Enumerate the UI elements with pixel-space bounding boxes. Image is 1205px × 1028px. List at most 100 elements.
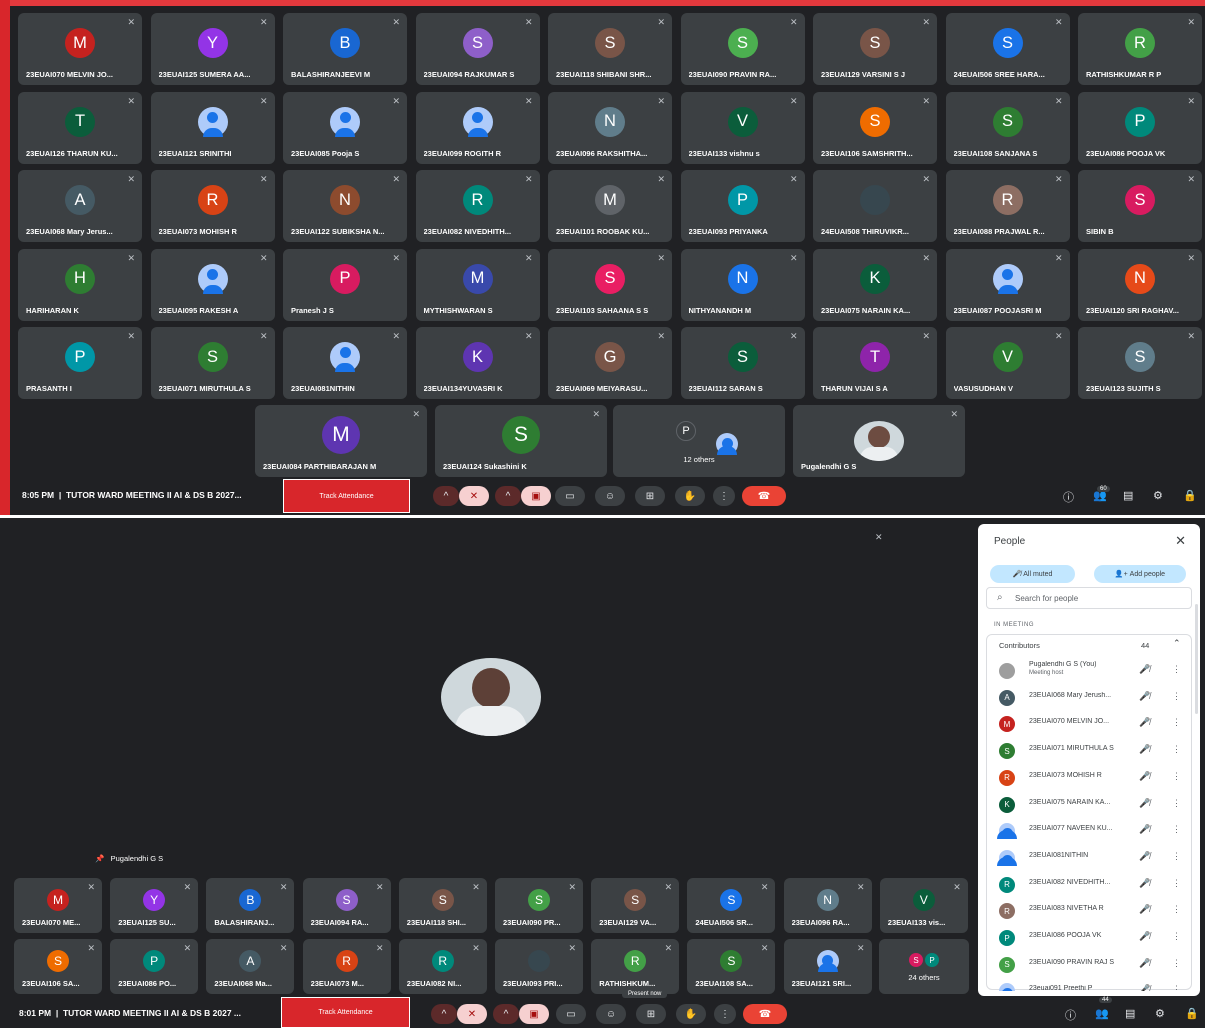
participant-tile[interactable]: ✕ 23EUAI093 PRI... — [495, 939, 583, 994]
participant-tile[interactable]: ✕ 23EUAI081NITHIN — [283, 327, 407, 400]
participant-tile[interactable]: K ✕ 23EUAI134YUVASRI K — [415, 327, 540, 400]
close-icon[interactable]: ✕ — [1175, 533, 1186, 549]
participant-tile[interactable]: S ✕ 23EUAI118 SHI... — [398, 878, 487, 933]
participant-tile[interactable]: S ✕ 23EUAI108 SANJANA S — [945, 91, 1070, 164]
participant-tile[interactable]: V ✕ 23EUAI133 vis... — [879, 878, 968, 933]
participant-tile[interactable]: M ✕ 23EUAI070 MELVIN JO... — [18, 13, 142, 85]
chat-icon[interactable]: ▤ — [1125, 1007, 1135, 1020]
participant-tile[interactable]: S ✕ 23EUAI112 SARAN S — [680, 327, 805, 400]
more-options-icon[interactable]: ⋮ — [1172, 691, 1181, 702]
participant-row[interactable]: R 23EUAI073 MOHISH R 🎤̸ ⋮ — [999, 766, 1185, 790]
add-people-button[interactable]: 👤+ Add people — [1094, 565, 1186, 583]
participant-tile[interactable]: S ✕ 23EUAI118 SHIBANI SHR... — [548, 13, 672, 85]
mic-off-icon[interactable]: 🎤̸ — [1139, 717, 1150, 728]
participant-tile[interactable]: R ✕ 23EUAI073 MOHISH R — [150, 170, 275, 243]
participant-tile[interactable]: T ✕ THARUN VIJAI S A — [813, 327, 937, 400]
present-button[interactable]: ⊞ — [636, 1004, 666, 1024]
participant-tile[interactable]: ✕ 23EUAI099 ROGITH R — [415, 91, 540, 164]
host-controls-icon[interactable]: 🔒 — [1185, 1007, 1199, 1020]
more-options-icon[interactable]: ⋮ — [1172, 717, 1181, 728]
raise-hand-button[interactable]: ✋ — [676, 1004, 706, 1024]
participant-tile[interactable]: Y ✕ 23EUAI125 SUMERA AA... — [150, 13, 275, 85]
mic-off-icon[interactable]: 🎤̸ — [1139, 878, 1150, 889]
participant-tile[interactable]: ✕ 23EUAI095 RAKESH A — [150, 248, 275, 321]
collapse-icon[interactable]: ⌃ — [1173, 638, 1181, 649]
participant-tile[interactable]: P ✕ 23EUAI086 POOJA VK — [1078, 91, 1202, 164]
more-options-button[interactable]: ⋮ — [713, 486, 735, 506]
participant-tile[interactable]: S ✕ 23EUAI106 SA... — [14, 939, 102, 994]
participant-row[interactable]: M 23EUAI070 MELVIN JO... 🎤̸ ⋮ — [999, 712, 1185, 736]
search-input[interactable]: ⌕ Search for people — [986, 587, 1192, 609]
leave-call-button[interactable]: ☎ — [742, 486, 786, 506]
participant-tile[interactable]: ✕ 23EUAI121 SRINITHI — [150, 91, 275, 164]
participant-tile[interactable]: S ✕ 23EUAI124 Sukashini K — [435, 405, 607, 477]
participant-tile[interactable]: ✕ 23EUAI085 Pooja S — [283, 91, 407, 164]
participant-tile[interactable]: P ✕ 23EUAI093 PRIYANKA — [680, 170, 805, 243]
more-options-icon[interactable]: ⋮ — [1172, 744, 1181, 755]
participant-tile[interactable]: ✕ 24EUAI508 THIRUVIKR... — [813, 170, 937, 243]
mic-off-icon[interactable]: 🎤̸ — [1139, 744, 1150, 755]
participant-tile[interactable]: R ✕ 23EUAI088 PRAJWAL R... — [945, 170, 1070, 243]
participant-tile[interactable]: N ✕ 23EUAI096 RAKSHITHA... — [548, 91, 672, 164]
participant-tile[interactable]: V ✕ 23EUAI133 vishnu s — [680, 91, 805, 164]
participant-tile[interactable]: S ✕ 23EUAI071 MIRUTHULA S — [150, 327, 275, 400]
more-options-button[interactable]: ⋮ — [714, 1004, 736, 1024]
activities-icon[interactable]: ⚙ — [1155, 1007, 1165, 1020]
emoji-button[interactable]: ☺ — [595, 486, 625, 506]
mic-options-button[interactable]: ^ — [431, 1004, 457, 1024]
participant-row[interactable]: R 23EUAI083 NIVETHA R 🎤̸ ⋮ — [999, 899, 1185, 923]
participant-tile[interactable]: R ✕ 23EUAI082 NI... — [398, 939, 487, 994]
participant-tile[interactable]: B ✕ BALASHIRANJ... — [206, 878, 295, 933]
participant-row[interactable]: P 23EUAI086 POOJA VK 🎤̸ ⋮ — [999, 926, 1185, 950]
participant-tile[interactable]: N ✕ NITHYANANDH M — [680, 248, 805, 321]
more-options-icon[interactable]: ⋮ — [1172, 904, 1181, 915]
others-tile[interactable]: P 12 others — [613, 405, 785, 477]
participant-tile[interactable]: R ✕ 23EUAI082 NIVEDHITH... — [415, 170, 540, 243]
all-muted-button[interactable]: 🎤̸ All muted — [990, 565, 1075, 583]
participant-tile[interactable]: S ✕ 23EUAI106 SAMSHRITH... — [813, 91, 937, 164]
participant-tile[interactable]: K ✕ 23EUAI075 NARAIN KA... — [813, 248, 937, 321]
participant-tile[interactable]: S ✕ 23EUAI103 SAHAANA S S — [548, 248, 672, 321]
participant-tile[interactable]: S ✕ 23EUAI090 PR... — [495, 878, 583, 933]
more-options-icon[interactable]: ⋮ — [1172, 771, 1181, 782]
mic-off-icon[interactable]: 🎤̸ — [1139, 664, 1150, 675]
mic-options-button[interactable]: ^ — [433, 486, 459, 506]
participant-tile[interactable]: M ✕ 23EUAI070 ME... — [14, 878, 102, 933]
more-options-icon[interactable]: ⋮ — [1172, 878, 1181, 889]
chat-icon[interactable]: ▤ — [1123, 489, 1133, 502]
track-attendance-button[interactable]: Track Attendance — [281, 997, 410, 1028]
participant-tile[interactable]: ✕ 23EUAI121 SRI... — [783, 939, 872, 994]
track-attendance-button[interactable]: Track Attendance — [283, 479, 410, 513]
participant-row[interactable]: 23euai091 Preethi P 🎤̸ ⋮ — [997, 979, 1185, 991]
participant-tile[interactable]: S ✕ 24EUAI506 SREE HARA... — [945, 13, 1070, 85]
more-options-icon[interactable]: ⋮ — [1172, 958, 1181, 969]
leave-call-button[interactable]: ☎ — [743, 1004, 787, 1024]
participant-tile[interactable]: V ✕ VASUSUDHAN V — [945, 327, 1070, 400]
participant-tile[interactable]: N ✕ 23EUAI122 SUBIKSHA N... — [283, 170, 407, 243]
present-button[interactable]: ⊞ — [635, 486, 665, 506]
camera-toggle-button[interactable]: ▣ — [521, 486, 551, 506]
mic-off-icon[interactable]: 🎤̸ — [1139, 958, 1150, 969]
others-tile[interactable]: S P 24 others — [879, 939, 969, 994]
participant-tile[interactable]: R ✕ RATHISHKUMAR R P — [1078, 13, 1202, 85]
camera-options-button[interactable]: ^ — [495, 486, 521, 506]
info-icon[interactable]: ⓘ — [1065, 1007, 1076, 1023]
participant-tile[interactable]: N ✕ 23EUAI120 SRI RAGHAV... — [1078, 248, 1202, 321]
mic-toggle-button[interactable]: ✕ — [459, 486, 489, 506]
participant-tile[interactable]: S ✕ 23EUAI123 SUJITH S — [1078, 327, 1202, 400]
activities-icon[interactable]: ⚙ — [1153, 489, 1163, 502]
participant-row[interactable]: 23EUAI077 NAVEEN KU... 🎤̸ ⋮ — [997, 819, 1185, 843]
camera-options-button[interactable]: ^ — [493, 1004, 519, 1024]
info-icon[interactable]: ⓘ — [1063, 489, 1074, 505]
participant-tile[interactable]: M ✕ 23EUAI101 ROOBAK KU... — [548, 170, 672, 243]
mic-off-icon[interactable]: 🎤̸ — [1139, 851, 1150, 862]
participant-tile[interactable]: R ✕ 23EUAI073 M... — [302, 939, 391, 994]
participant-tile[interactable]: P ✕ PRASANTH I — [18, 327, 142, 400]
people-icon[interactable]: 👥 44 — [1095, 997, 1112, 1020]
participant-row[interactable]: K 23EUAI075 NARAIN KA... 🎤̸ ⋮ — [999, 793, 1185, 817]
participant-row[interactable]: S 23EUAI090 PRAVIN RAJ S 🎤̸ ⋮ — [999, 953, 1185, 977]
participant-tile[interactable]: T ✕ 23EUAI126 THARUN KU... — [18, 91, 142, 164]
participant-tile[interactable]: A ✕ 23EUAI068 Ma... — [206, 939, 295, 994]
more-options-icon[interactable]: ⋮ — [1172, 984, 1181, 991]
participant-tile[interactable]: N ✕ 23EUAI096 RA... — [783, 878, 872, 933]
